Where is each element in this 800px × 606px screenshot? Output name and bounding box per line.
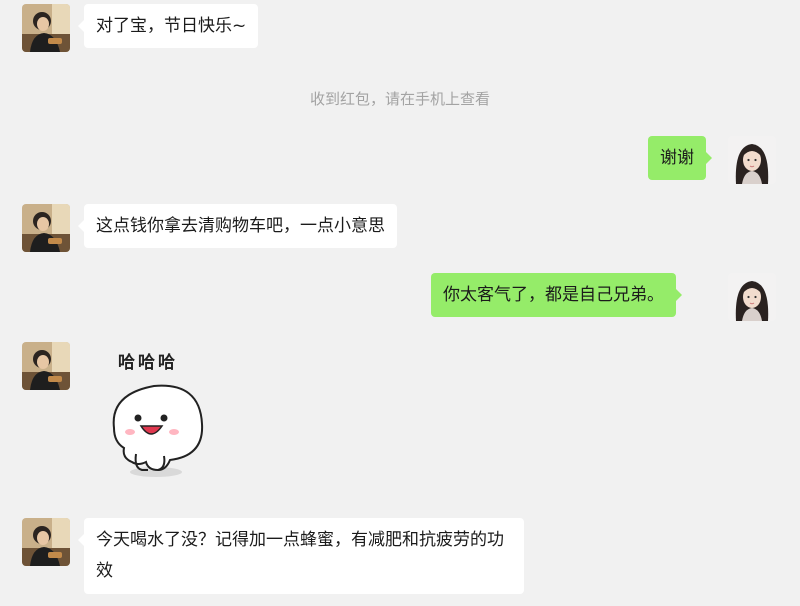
sticker-caption: 哈哈哈 [118,353,178,373]
incoming-message-bubble[interactable]: 这点钱你拿去清购物车吧，一点小意思 [78,204,397,248]
contact-avatar[interactable] [22,342,70,390]
message-text: 对了宝，节日快乐~ [96,16,247,36]
outgoing-message-bubble[interactable]: 你太客气了，都是自己兄弟。 [431,273,682,317]
contact-avatar[interactable] [22,204,70,252]
my-avatar-image [728,136,776,184]
contact-avatar-image [22,518,70,566]
message-text: 你太客气了，都是自己兄弟。 [443,285,664,305]
my-avatar[interactable] [728,136,776,184]
message-text: 这点钱你拿去清购物车吧，一点小意思 [96,216,385,236]
laughing-bun-sticker[interactable]: 哈哈哈 [108,342,218,482]
contact-avatar[interactable] [22,4,70,52]
contact-avatar-image [22,4,70,52]
my-avatar-image [728,273,776,321]
message-text: 今天喝水了没？记得加一点蜂蜜，有减肥和抗疲劳的功效 [96,530,504,581]
system-notice: 收到红包，请在手机上查看 [309,90,490,108]
contact-avatar[interactable] [22,518,70,566]
incoming-message-bubble[interactable]: 对了宝，节日快乐~ [77,4,259,48]
contact-avatar-image [22,342,70,390]
message-text: 谢谢 [660,148,694,168]
laughing-bun-icon [112,384,204,477]
contact-avatar-image [22,204,70,252]
incoming-message-bubble[interactable]: 今天喝水了没？记得加一点蜂蜜，有减肥和抗疲劳的功效 [78,518,524,594]
outgoing-message-bubble[interactable]: 谢谢 [648,136,712,180]
my-avatar[interactable] [728,273,776,321]
